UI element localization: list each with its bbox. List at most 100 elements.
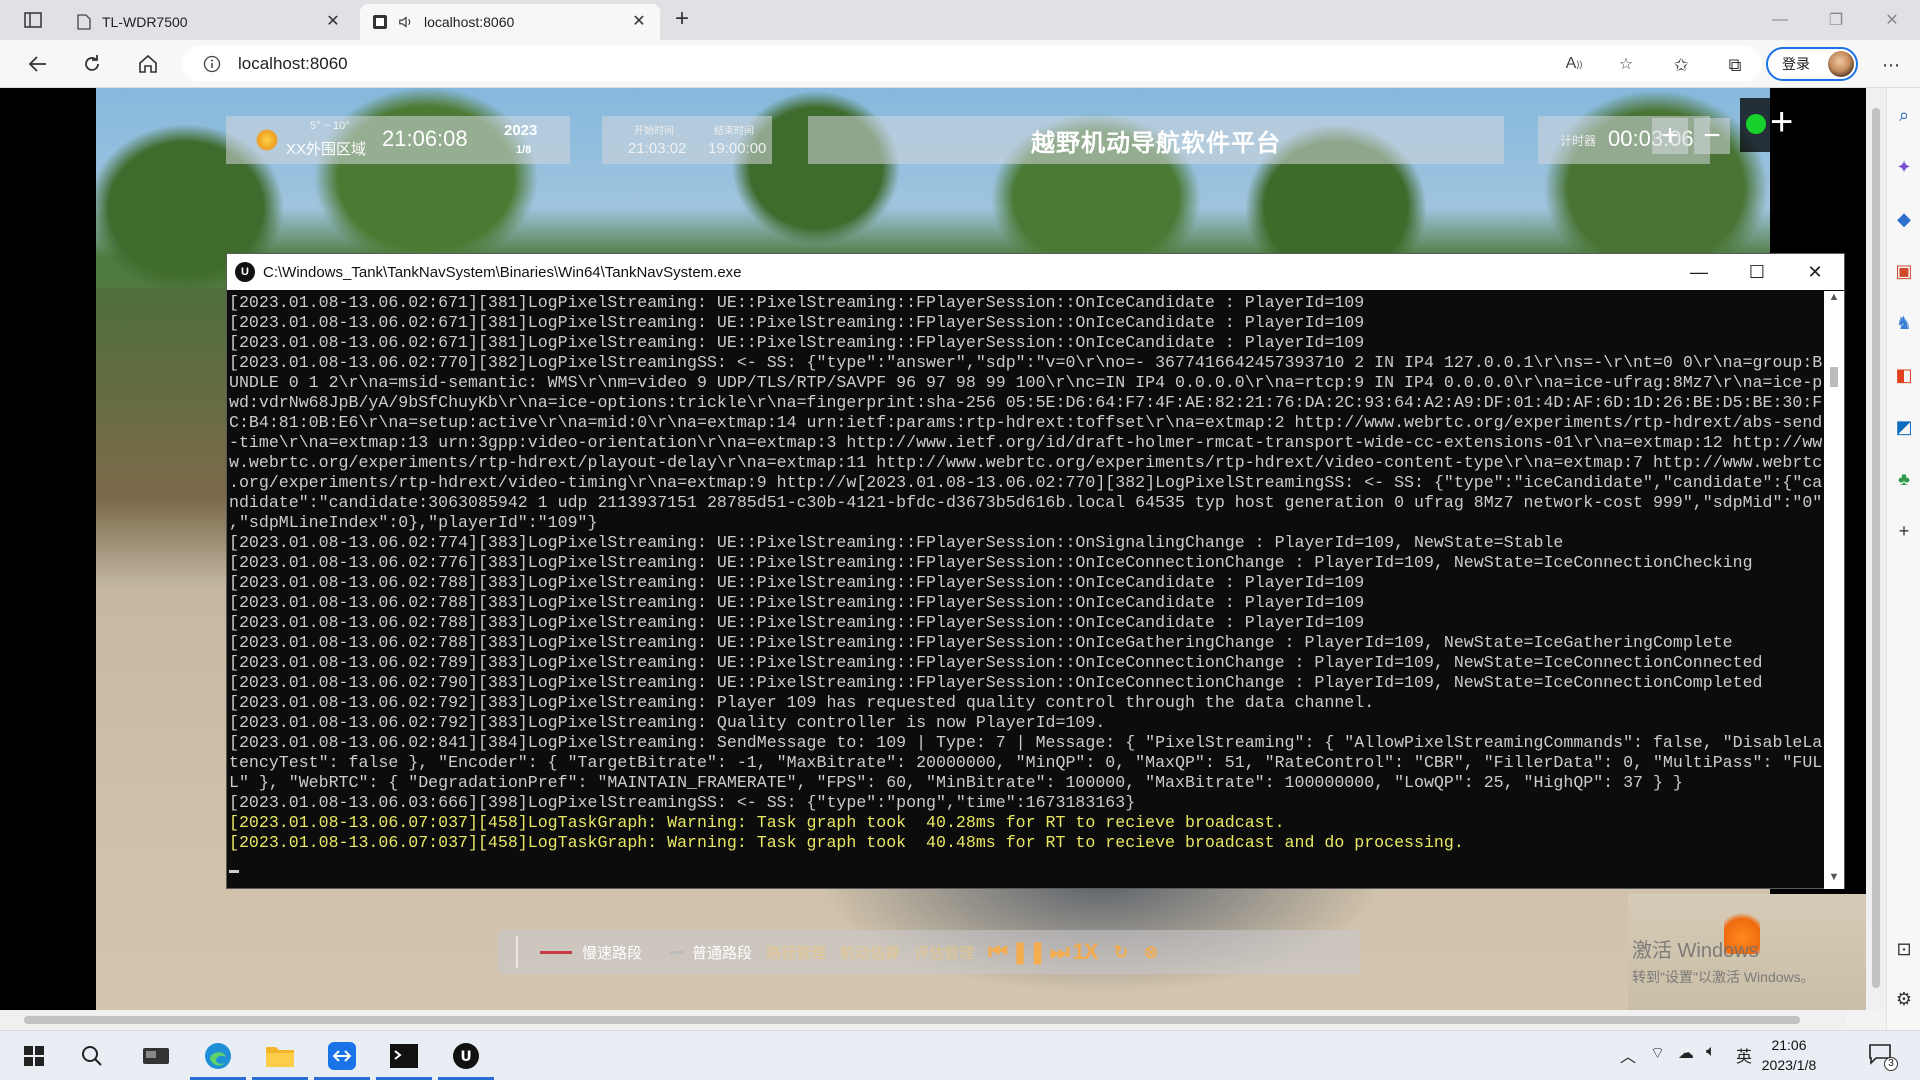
- close-tab-icon[interactable]: ✕: [630, 13, 648, 31]
- route-manage-button[interactable]: 路径管理: [766, 942, 826, 963]
- restore-icon[interactable]: ❐: [1808, 0, 1864, 40]
- console-line: ndidate":"candidate:3063085942 1 udp 211…: [229, 493, 1823, 512]
- login-button[interactable]: 登录: [1766, 47, 1858, 81]
- file-explorer-icon[interactable]: [252, 1036, 308, 1080]
- console-line: [2023.01.08-13.06.02:776][383]LogPixelSt…: [229, 553, 1753, 572]
- settings-circle-icon[interactable]: ⊗: [1144, 942, 1159, 963]
- console-close-icon[interactable]: ✕: [1786, 254, 1844, 290]
- platform-title: 越野机动导航软件平台: [808, 116, 1504, 164]
- console-line: [2023.01.08-13.06.02:792][383]LogPixelSt…: [229, 713, 1106, 732]
- minimize-icon[interactable]: —: [1752, 0, 1808, 40]
- task-view-icon[interactable]: [136, 1036, 176, 1076]
- browser-toolbar: localhost:8060 A)) ☆ ✩ ⧉ 登录 ⋯: [0, 40, 1920, 88]
- tab-localhost[interactable]: localhost:8060 ✕: [360, 4, 660, 40]
- vscroll-thumb[interactable]: [1872, 108, 1880, 988]
- games-icon[interactable]: ♞: [1891, 310, 1917, 336]
- zoom-out-button[interactable]: −: [1694, 118, 1730, 154]
- volume-icon[interactable]: 🔈︎: [1706, 1043, 1716, 1061]
- shopping-tag-icon[interactable]: ◆: [1891, 206, 1917, 232]
- new-tab-button[interactable]: +: [668, 7, 696, 32]
- read-aloud-icon[interactable]: A)): [1562, 52, 1586, 76]
- console-line: [2023.01.08-13.06.02:671][381]LogPixelSt…: [229, 313, 1365, 332]
- add-favorite-icon[interactable]: ☆: [1614, 52, 1638, 76]
- console-minimize-icon[interactable]: —: [1670, 254, 1728, 290]
- back-icon[interactable]: [22, 48, 54, 80]
- current-date: 1/8: [516, 144, 532, 156]
- next-icon[interactable]: ⏭: [1050, 939, 1070, 965]
- console-line: [2023.01.08-13.06.02:774][383]LogPixelSt…: [229, 533, 1564, 552]
- slow-route-label[interactable]: 慢速路段: [582, 942, 642, 963]
- console-scrollbar[interactable]: ▲ ▼: [1824, 291, 1844, 889]
- start-icon[interactable]: [14, 1036, 54, 1076]
- normal-route-label[interactable]: 普通路段: [692, 942, 752, 963]
- hscroll-thumb[interactable]: [24, 1016, 1800, 1024]
- console-line: [2023.01.08-13.06.02:671][381]LogPixelSt…: [229, 293, 1365, 312]
- horizontal-scrollbar[interactable]: [0, 1010, 1846, 1030]
- network-icon[interactable]: ⌔: [1650, 1043, 1665, 1063]
- console-line: ,"sdpMLineIndex":0},"playerId":"109"}: [229, 513, 598, 532]
- route-toolbar: 慢速路段 普通路段 路径管理 机动估算 评估管理 ⏮ ❚❚ ⏭ 1X ↻ ⊗: [498, 930, 1360, 974]
- sidebar-settings-icon[interactable]: ⚙: [1891, 986, 1917, 1012]
- add-sidebar-app-icon[interactable]: +: [1891, 518, 1917, 544]
- estimate-button[interactable]: 机动估算: [840, 942, 900, 963]
- edge-taskbar-icon[interactable]: [190, 1036, 246, 1080]
- evaluate-button[interactable]: 评估管理: [914, 942, 974, 963]
- console-line: C:B4:81:0B:E6\r\na=setup:active\r\na=mid…: [229, 413, 1823, 432]
- refresh-icon[interactable]: [76, 48, 108, 80]
- close-tab-icon[interactable]: ✕: [324, 13, 342, 31]
- tab-title: TL-WDR7500: [102, 14, 188, 30]
- remote-app-icon[interactable]: [314, 1036, 370, 1080]
- office-icon[interactable]: ◧: [1891, 362, 1917, 388]
- tools-icon[interactable]: ▣: [1891, 258, 1917, 284]
- console-line: [2023.01.08-13.06.02:789][383]LogPixelSt…: [229, 653, 1763, 672]
- console-output[interactable]: [2023.01.08-13.06.02:671][381]LogPixelSt…: [227, 291, 1825, 889]
- show-hidden-icons-icon[interactable]: ︿: [1620, 1043, 1636, 1067]
- favorites-icon[interactable]: ✩: [1668, 52, 1694, 78]
- tab-actions-icon[interactable]: [18, 8, 48, 32]
- console-line: [2023.01.08-13.06.02:788][383]LogPixelSt…: [229, 573, 1365, 592]
- home-icon[interactable]: [132, 48, 164, 80]
- expand-plus-button[interactable]: +: [1770, 100, 1793, 144]
- pause-icon[interactable]: ❚❚: [1011, 939, 1047, 965]
- system-clock[interactable]: 21:06 2023/1/8: [1744, 1035, 1834, 1075]
- site-info-icon[interactable]: [202, 54, 222, 74]
- console-line: L" }, "WebRTC": { "DegradationPref": "MA…: [229, 773, 1683, 792]
- zoom-in-button[interactable]: +: [1652, 118, 1688, 154]
- copilot-icon[interactable]: ✦: [1891, 154, 1917, 180]
- console-titlebar[interactable]: U C:\Windows_Tank\TankNavSystem\Binaries…: [227, 254, 1844, 290]
- current-year: 2023: [504, 122, 538, 139]
- more-options-icon[interactable]: ⋯: [1878, 52, 1904, 78]
- outlook-icon[interactable]: ◩: [1891, 414, 1917, 440]
- close-window-icon[interactable]: ✕: [1864, 0, 1920, 40]
- scroll-thumb[interactable]: [1830, 367, 1838, 387]
- start-time-label: 开始时间: [634, 126, 674, 137]
- sidebar-pin-icon[interactable]: ⊡: [1891, 936, 1917, 962]
- collections-icon[interactable]: ⧉: [1722, 52, 1748, 78]
- console-line: [2023.01.08-13.06.02:790][383]LogPixelSt…: [229, 673, 1763, 692]
- address-bar[interactable]: localhost:8060 A)) ☆: [182, 46, 1762, 82]
- replay-icon[interactable]: ↻: [1114, 942, 1129, 963]
- tab-tl-wdr7500[interactable]: TL-WDR7500 ✕: [64, 4, 354, 40]
- activation-title: 激活 Windows: [1632, 940, 1759, 962]
- normal-route-legend-line: [670, 950, 685, 954]
- search-icon[interactable]: ⌕: [1891, 102, 1917, 128]
- console-maximize-icon[interactable]: ☐: [1728, 254, 1786, 290]
- console-warning-line: [2023.01.08-13.06.07:037][458]LogTaskGra…: [229, 813, 1285, 832]
- end-time: 19:00:00: [708, 140, 767, 157]
- scroll-up-icon[interactable]: ▲: [1824, 291, 1844, 309]
- svg-text:U: U: [460, 1049, 471, 1065]
- prev-icon[interactable]: ⏮: [988, 939, 1008, 965]
- unreal-engine-taskbar-icon[interactable]: U: [438, 1036, 494, 1080]
- terminal-icon[interactable]: [376, 1036, 432, 1080]
- clock-date: 2023/1/8: [1761, 1057, 1817, 1073]
- tree-icon[interactable]: ♣: [1891, 466, 1917, 492]
- notification-center-icon[interactable]: 3: [1868, 1043, 1898, 1071]
- search-icon[interactable]: [72, 1036, 112, 1076]
- onedrive-icon[interactable]: ☁: [1678, 1043, 1694, 1063]
- vertical-scrollbar[interactable]: [1866, 88, 1886, 1010]
- current-time: 21:06:08: [382, 126, 468, 151]
- audio-playing-icon[interactable]: [398, 14, 414, 30]
- console-line: .org/experiments/rtp-hdrext/video-timing…: [229, 473, 1823, 492]
- playback-speed[interactable]: 1X: [1073, 939, 1099, 965]
- scroll-down-icon[interactable]: ▼: [1824, 871, 1844, 889]
